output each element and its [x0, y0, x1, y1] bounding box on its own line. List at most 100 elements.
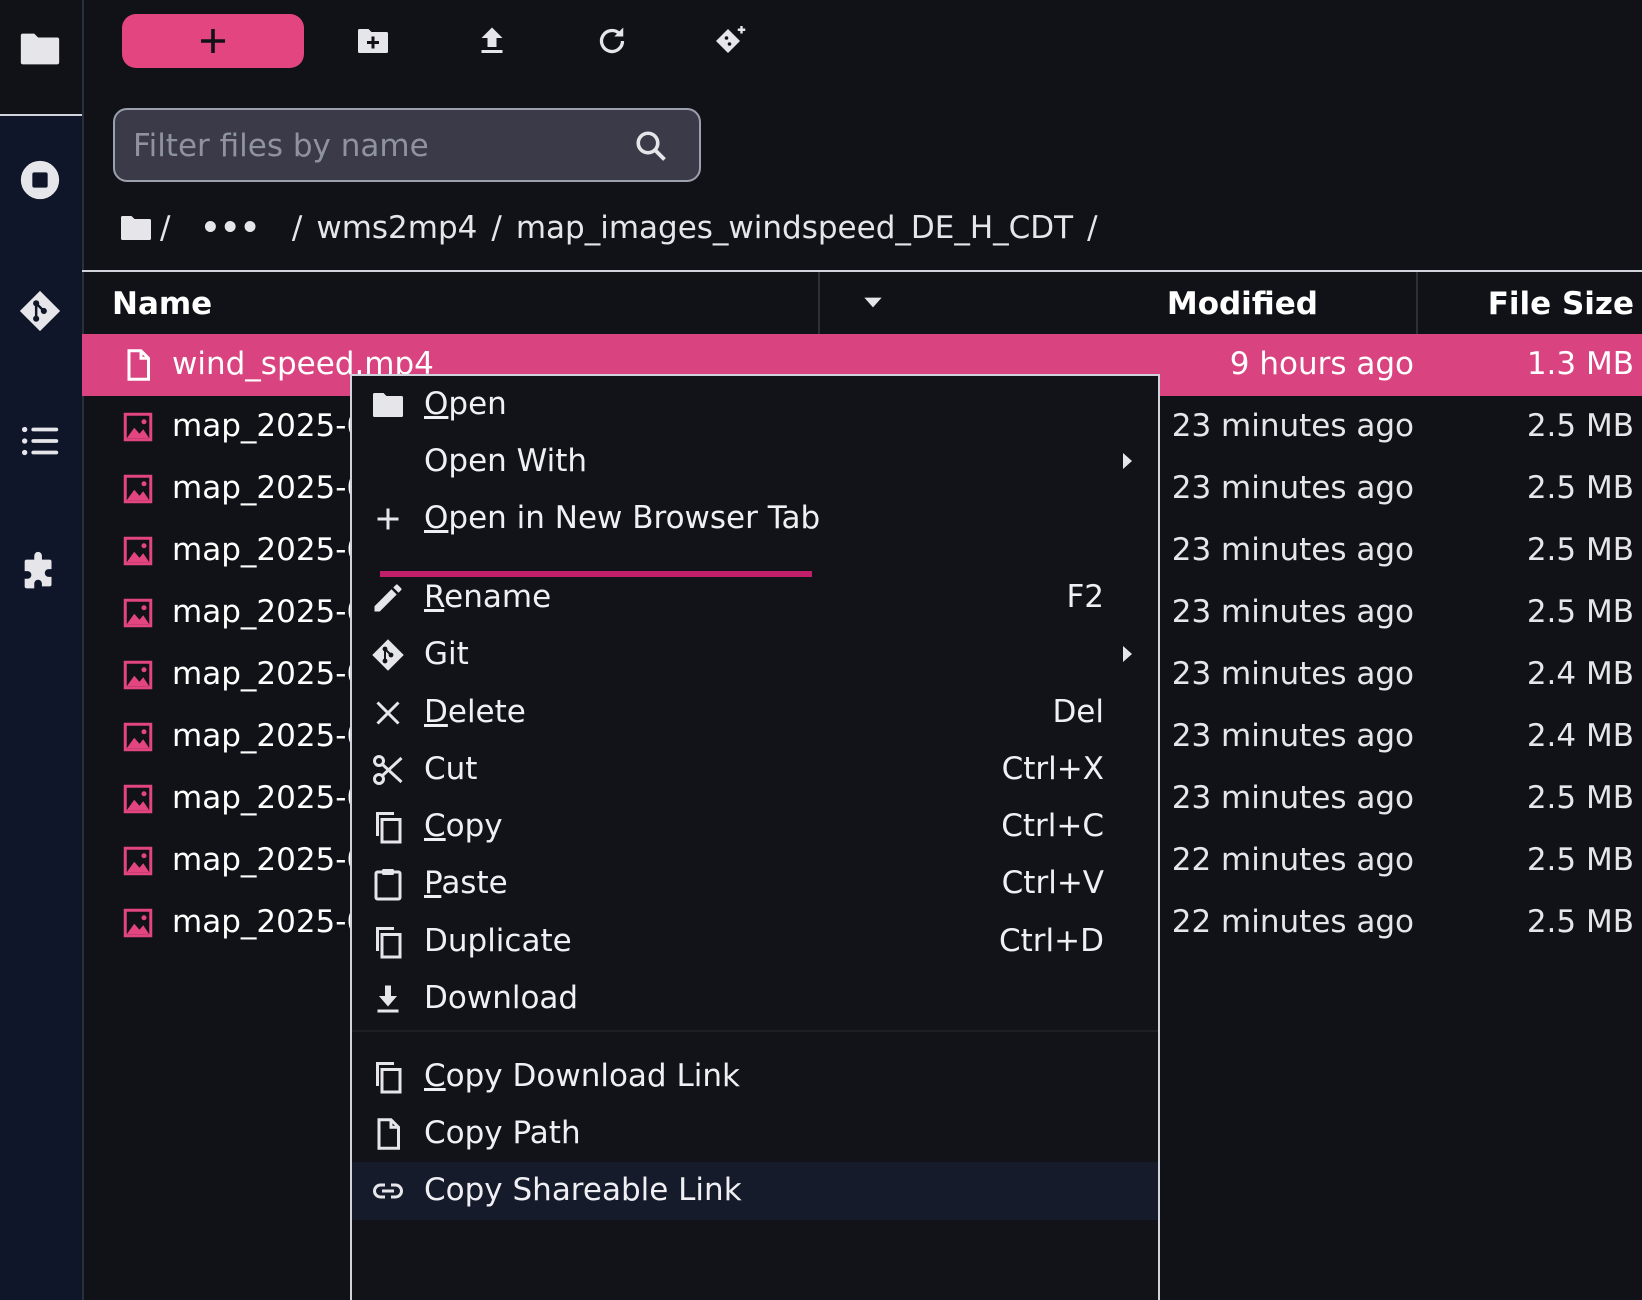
menu-item-copy-path[interactable]: Copy Path	[352, 1105, 1158, 1163]
menu-item-duplicate[interactable]: Duplicate Ctrl+D	[352, 913, 1158, 971]
git-clone-button[interactable]	[695, 14, 767, 68]
menu-item-label: Cut	[424, 751, 477, 787]
menu-item-label: Delete	[424, 694, 526, 730]
activity-git[interactable]	[0, 288, 80, 334]
breadcrumb-trailing-separator: /	[1087, 210, 1098, 246]
image-file-icon	[123, 474, 153, 504]
menu-item-label: Copy	[424, 808, 503, 844]
breadcrumb-root: /	[160, 210, 171, 246]
image-file-icon	[123, 722, 153, 752]
menu-item-copy-shareable-link[interactable]: Copy Shareable Link	[352, 1162, 1158, 1220]
menu-label-text: elete	[447, 694, 526, 730]
sort-caret-down-icon[interactable]	[860, 289, 886, 315]
link-icon	[373, 1183, 403, 1199]
close-icon	[376, 701, 400, 725]
menu-mnemonic: C	[424, 808, 446, 844]
menu-item-label: Open	[424, 386, 507, 422]
file-size: 1.3 MB	[1526, 346, 1634, 382]
menu-label-text: Cut	[424, 751, 478, 787]
file-modified: 23 minutes ago	[1171, 656, 1414, 692]
menu-item-label: Copy Path	[424, 1115, 581, 1151]
image-file-icon	[123, 412, 153, 442]
activity-extensions[interactable]	[0, 550, 80, 596]
column-header-name[interactable]: Name	[112, 286, 212, 322]
menu-mnemonic: R	[424, 579, 445, 615]
list-icon	[21, 426, 59, 456]
file-modified: 23 minutes ago	[1171, 594, 1414, 630]
menu-item-open-with[interactable]: Open With	[352, 433, 1158, 491]
image-file-icon	[123, 536, 153, 566]
column-divider[interactable]	[818, 272, 820, 334]
menu-label-text: Open With	[424, 443, 588, 479]
breadcrumb-wms2mp4[interactable]: wms2mp4	[316, 210, 477, 246]
new-folder-icon	[358, 29, 388, 53]
file-name: map_2025-0	[172, 780, 367, 816]
stop-circle-icon	[20, 160, 60, 200]
upload-icon	[481, 27, 503, 53]
column-divider[interactable]	[1416, 272, 1418, 334]
menu-item-git[interactable]: Git	[352, 626, 1158, 684]
file-name: map_2025-0	[172, 470, 367, 506]
breadcrumb-current-folder[interactable]: map_images_windspeed_DE_H_CDT	[516, 210, 1073, 246]
image-file-icon	[123, 908, 153, 938]
git-icon	[372, 639, 404, 671]
file-size: 2.4 MB	[1526, 656, 1634, 692]
menu-item-open[interactable]: Open	[352, 376, 1158, 434]
menu-shortcut: Ctrl+V	[1001, 865, 1104, 901]
new-launcher-button[interactable]	[122, 14, 304, 68]
menu-item-label: Git	[424, 636, 469, 672]
file-modified: 22 minutes ago	[1171, 904, 1414, 940]
file-size: 2.5 MB	[1526, 470, 1634, 506]
activity-file-browser[interactable]	[0, 26, 80, 72]
refresh-button[interactable]	[576, 14, 648, 68]
file-modified: 23 minutes ago	[1171, 470, 1414, 506]
new-folder-button[interactable]	[337, 14, 409, 68]
file-size: 2.5 MB	[1526, 842, 1634, 878]
file-modified: 23 minutes ago	[1171, 532, 1414, 568]
filter-input[interactable]	[131, 120, 615, 172]
breadcrumb: / ••• / wms2mp4 / map_images_windspeed_D…	[118, 203, 1104, 253]
menu-item-delete[interactable]: Delete Del	[352, 684, 1158, 742]
menu-label-text: pen in New Browser Tab	[448, 500, 821, 536]
menu-item-rename[interactable]: Rename F2	[352, 569, 1158, 627]
menu-label-text: opy Download Link	[445, 1058, 740, 1094]
breadcrumb-ellipsis[interactable]: •••	[200, 210, 259, 246]
file-modified: 23 minutes ago	[1171, 718, 1414, 754]
activity-table-of-contents[interactable]	[0, 418, 80, 464]
submenu-arrow-icon	[1123, 646, 1132, 662]
file-name: map_2025-0	[172, 594, 367, 630]
scissors-icon	[373, 755, 403, 785]
file-name: map_2025-0	[172, 408, 367, 444]
menu-label-text: opy	[445, 808, 503, 844]
menu-shortcut: Ctrl+X	[1001, 751, 1104, 787]
file-list-header: Name Modified File Size	[82, 270, 1642, 336]
menu-item-download[interactable]: Download	[352, 970, 1158, 1028]
menu-item-label: Copy Shareable Link	[424, 1172, 742, 1208]
file-modified: 23 minutes ago	[1171, 780, 1414, 816]
menu-item-cut[interactable]: Cut Ctrl+X	[352, 741, 1158, 799]
upload-button[interactable]	[456, 14, 528, 68]
search-icon[interactable]	[633, 128, 669, 164]
file-size: 2.5 MB	[1526, 408, 1634, 444]
home-folder-icon[interactable]	[118, 210, 154, 246]
activity-running-sessions[interactable]	[0, 157, 80, 203]
git-icon	[19, 290, 61, 332]
copy-icon	[376, 812, 402, 844]
file-modified: 22 minutes ago	[1171, 842, 1414, 878]
file-size: 2.5 MB	[1526, 904, 1634, 940]
file-size: 2.4 MB	[1526, 718, 1634, 754]
menu-item-label: Download	[424, 980, 578, 1016]
breadcrumb-separator: /	[491, 210, 502, 246]
file-icon	[127, 349, 150, 381]
menu-label-text: aste	[441, 865, 508, 901]
menu-item-copy-download-link[interactable]: Copy Download Link	[352, 1048, 1158, 1106]
file-size: 2.5 MB	[1526, 594, 1634, 630]
column-header-modified[interactable]: Modified	[1167, 286, 1318, 322]
column-header-file-size[interactable]: File Size	[1488, 286, 1634, 322]
menu-item-open-in-new-browser-tab[interactable]: Open in New Browser Tab	[352, 490, 1158, 548]
menu-item-paste[interactable]: Paste Ctrl+V	[352, 855, 1158, 913]
context-menu: Open Open With Open in New Browser Tab Rena…	[350, 374, 1160, 1300]
file-name: map_2025-0	[172, 718, 367, 754]
menu-item-copy[interactable]: Copy Ctrl+C	[352, 798, 1158, 856]
menu-item-label: Paste	[424, 865, 508, 901]
